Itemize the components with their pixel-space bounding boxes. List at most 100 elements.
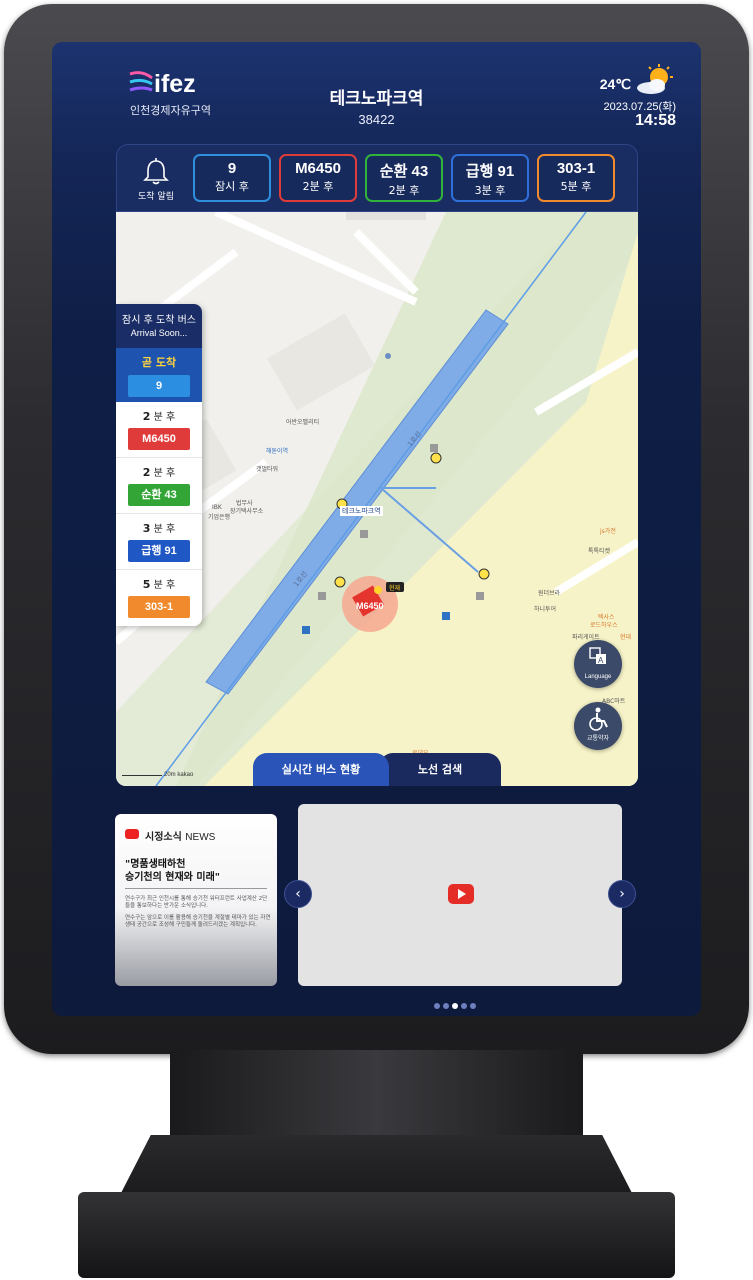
bus-map[interactable]: 1호선 1호선 테크노파크역 M6450 현재 어반오벨리티 해돋이역 갯벌타워…: [116, 212, 638, 786]
poi-label: 갯벌타워: [256, 466, 279, 473]
arrival-item[interactable]: 2 분 후 M6450: [116, 402, 202, 458]
route-eta: 5분 후: [560, 180, 592, 193]
carousel-dot[interactable]: [461, 1003, 467, 1009]
route-eta: 잠시 후: [215, 180, 249, 193]
arrival-soon-panel: 잠시 후 도착 버스 Arrival Soon... 곧 도착 9 2 분 후 …: [116, 304, 202, 626]
route-chip-9[interactable]: 9 잠시 후: [193, 154, 271, 202]
news-title-line1: "명품생태하천: [125, 859, 186, 870]
carousel-dot-active[interactable]: [452, 1003, 458, 1009]
wait-minutes: 2: [142, 466, 151, 479]
arrival-panel-header: 잠시 후 도착 버스 Arrival Soon...: [116, 304, 202, 348]
map-tabs: 노선 검색 실시간 버스 현황: [253, 753, 501, 786]
carousel-dot[interactable]: [470, 1003, 476, 1009]
arrival-alarm-button[interactable]: 도착 알림: [125, 153, 187, 205]
scale-value: 20m: [164, 772, 176, 778]
wait-unit: 분 후: [153, 524, 176, 535]
news-paragraph: 연수구는 앞으로 이를 활용해 승기천을 계절별 테마가 있는 자연 생태 공간…: [125, 915, 271, 928]
route-number: 순환 43: [379, 163, 429, 180]
route-eta: 2분 후: [388, 184, 420, 197]
arrival-wait: 3 분 후: [116, 520, 202, 535]
route-chip-circular-43[interactable]: 순환 43 2분 후: [365, 154, 443, 202]
news-body: 연수구가 최근 인천시를 통해 승기천 워터프런트 사업계산 2단 들을 통보하…: [125, 896, 271, 934]
poi-label: 어반오벨리티: [286, 419, 320, 426]
route-chip-303-1[interactable]: 303-1 5분 후: [537, 154, 615, 202]
bus-marker-label: M6450: [356, 601, 384, 611]
tab-route-search[interactable]: 노선 검색: [379, 753, 501, 786]
arrival-item[interactable]: 3 분 후 급행 91: [116, 514, 202, 570]
poi-label: 기업은행: [208, 514, 231, 521]
soon-label: 곧 도착: [141, 356, 177, 369]
accessibility-button[interactable]: 교통약자: [574, 702, 622, 750]
poi-label: 톡톡티켓: [588, 548, 611, 555]
wait-unit: 분 후: [153, 580, 176, 591]
language-button[interactable]: A Language: [574, 640, 622, 688]
carousel-dots: [434, 994, 479, 1013]
route-chip-m6450[interactable]: M6450 2분 후: [279, 154, 357, 202]
route-number: 급행 91: [465, 163, 515, 180]
route-badge: M6450: [128, 428, 190, 450]
accessibility-label: 교통약자: [586, 736, 610, 742]
current-tag: 현재: [389, 585, 401, 592]
station-map-label: 테크노파크역: [340, 506, 383, 516]
route-badge: 급행 91: [128, 540, 190, 562]
news-heading: 시정소식 NEWS: [145, 828, 215, 843]
play-icon[interactable]: [448, 884, 474, 904]
poi-label: 장기택사무소: [230, 508, 264, 515]
news-title-line2: 승기천의 현재와 미래": [125, 872, 220, 883]
arrival-wait: 2 분 후: [116, 464, 202, 479]
map-brand: kakao: [177, 772, 194, 778]
wheelchair-icon: [589, 707, 608, 731]
arrival-wait: 5 분 후: [116, 576, 202, 591]
arrival-item[interactable]: 5 분 후 303-1: [116, 570, 202, 626]
route-number: 9: [227, 160, 237, 177]
kiosk-base-top: [120, 1135, 633, 1195]
carousel-dot[interactable]: [443, 1003, 449, 1009]
temperature: 24℃: [599, 76, 631, 92]
route-eta: 2분 후: [302, 180, 334, 193]
arrival-panel-subtitle: Arrival Soon...: [130, 328, 188, 338]
carousel-dot[interactable]: [434, 1003, 440, 1009]
news-paragraph: 연수구가 최근 인천시를 통해 승기천 워터프런트 사업계산 2단 들을 통보하…: [125, 896, 268, 909]
svg-text:A: A: [598, 656, 604, 665]
news-title: "명품생태하천 승기천의 현재와 미래": [125, 858, 271, 884]
news-divider: [125, 888, 267, 889]
poi-label: 원더브라: [538, 590, 561, 597]
poi-label: 로드하우스: [590, 622, 618, 629]
route-eta: 3분 후: [474, 184, 506, 197]
route-badge: 9: [128, 375, 190, 397]
route-badge: 순환 43: [128, 484, 190, 506]
alarm-label: 도착 알림: [138, 192, 174, 202]
partly-cloudy-icon: [637, 64, 673, 94]
poi-label: IBK: [212, 504, 222, 511]
kiosk-neck: [170, 1050, 583, 1142]
wait-unit: 분 후: [153, 412, 176, 423]
carousel-next-button[interactable]: ›: [608, 880, 636, 908]
route-number: 303-1: [556, 160, 596, 177]
route-chip-express-91[interactable]: 급행 91 3분 후: [451, 154, 529, 202]
news-heading-suffix: NEWS: [185, 832, 216, 843]
wait-unit: 분 후: [153, 468, 176, 479]
poi-label: 하니투어: [534, 606, 557, 613]
bell-icon: [143, 158, 169, 185]
poi-label: js가전: [600, 528, 616, 535]
wait-minutes: 5: [142, 578, 151, 591]
header: ifez 인천경제자유구역 테크노파크역 38422 24℃ 2023.07.2…: [52, 42, 701, 142]
youtube-icon: [125, 829, 139, 839]
route-badge: 303-1: [128, 596, 190, 618]
arrival-soon-item[interactable]: 곧 도착 9: [116, 348, 202, 402]
carousel-prev-button[interactable]: ‹: [284, 880, 312, 908]
tab-realtime-bus[interactable]: 실시간 버스 현황: [253, 753, 389, 786]
route-number: M6450: [295, 160, 341, 177]
current-time: 14:58: [635, 112, 676, 129]
news-card[interactable]: 시정소식 NEWS "명품생태하천 승기천의 현재와 미래" 연수구가 최근 인…: [115, 814, 277, 986]
arrival-panel-title: 잠시 후 도착 버스: [122, 315, 196, 326]
wait-minutes: 2: [142, 410, 151, 423]
arrival-wait: 2 분 후: [116, 408, 202, 423]
poi-label: 해돋이역: [266, 448, 289, 455]
video-player[interactable]: [298, 804, 622, 986]
language-label: Language: [584, 674, 612, 680]
translate-icon: A: [589, 647, 606, 665]
news-heading-text: 시정소식: [145, 832, 182, 843]
map-scale: 20m kakao: [122, 772, 193, 778]
arrival-item[interactable]: 2 분 후 순환 43: [116, 458, 202, 514]
